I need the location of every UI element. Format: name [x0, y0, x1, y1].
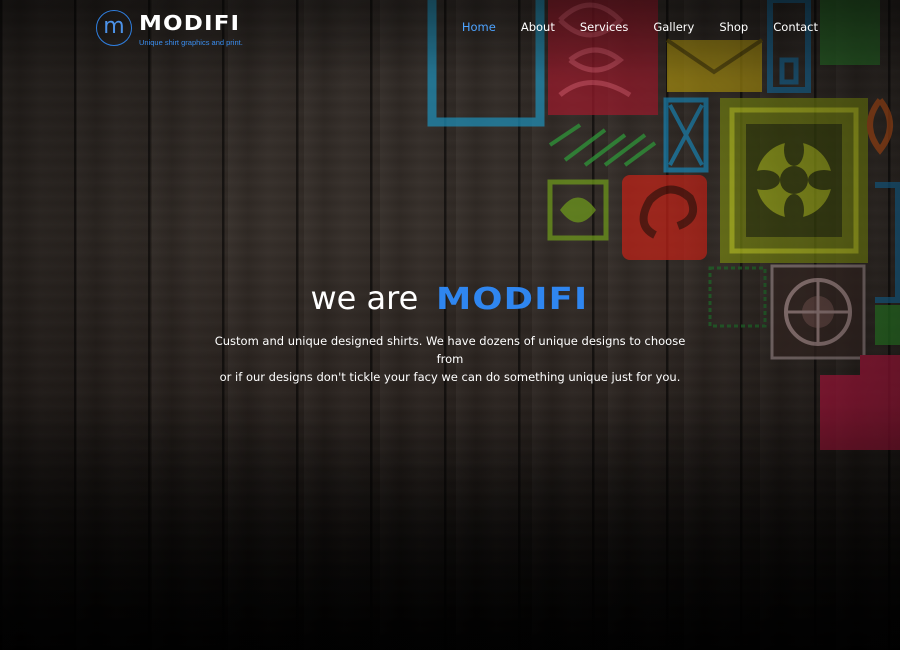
hero-text-line-1: Custom and unique designed shirts. We ha… [214, 334, 686, 366]
nav-gallery[interactable]: Gallery [653, 20, 694, 34]
nav-home[interactable]: Home [462, 20, 496, 34]
hero-title-brand: MODIFI [436, 282, 589, 317]
page: m MODIFI Unique shirt graphics and print… [0, 0, 900, 650]
nav-services[interactable]: Services [580, 20, 629, 34]
hero-title: we are MODIFI [0, 278, 900, 320]
logo-tagline: Unique shirt graphics and print. [139, 38, 243, 47]
nav-about[interactable]: About [521, 20, 555, 34]
main-nav: Home About Services Gallery Shop Contact [462, 20, 818, 34]
logo-circle-m-icon: m [96, 10, 132, 46]
logo-mark-letter: m [103, 14, 125, 39]
hero-text-line-2: or if our designs don't tickle your facy… [219, 370, 681, 384]
hero-section: we are MODIFI Custom and unique designed… [0, 278, 900, 386]
hero-title-prefix: we are [310, 279, 419, 317]
hero-description: Custom and unique designed shirts. We ha… [200, 332, 700, 386]
site-logo[interactable]: m MODIFI Unique shirt graphics and print… [96, 10, 256, 50]
nav-contact[interactable]: Contact [773, 20, 818, 34]
nav-shop[interactable]: Shop [719, 20, 748, 34]
logo-wordmark: MODIFI [139, 11, 241, 35]
